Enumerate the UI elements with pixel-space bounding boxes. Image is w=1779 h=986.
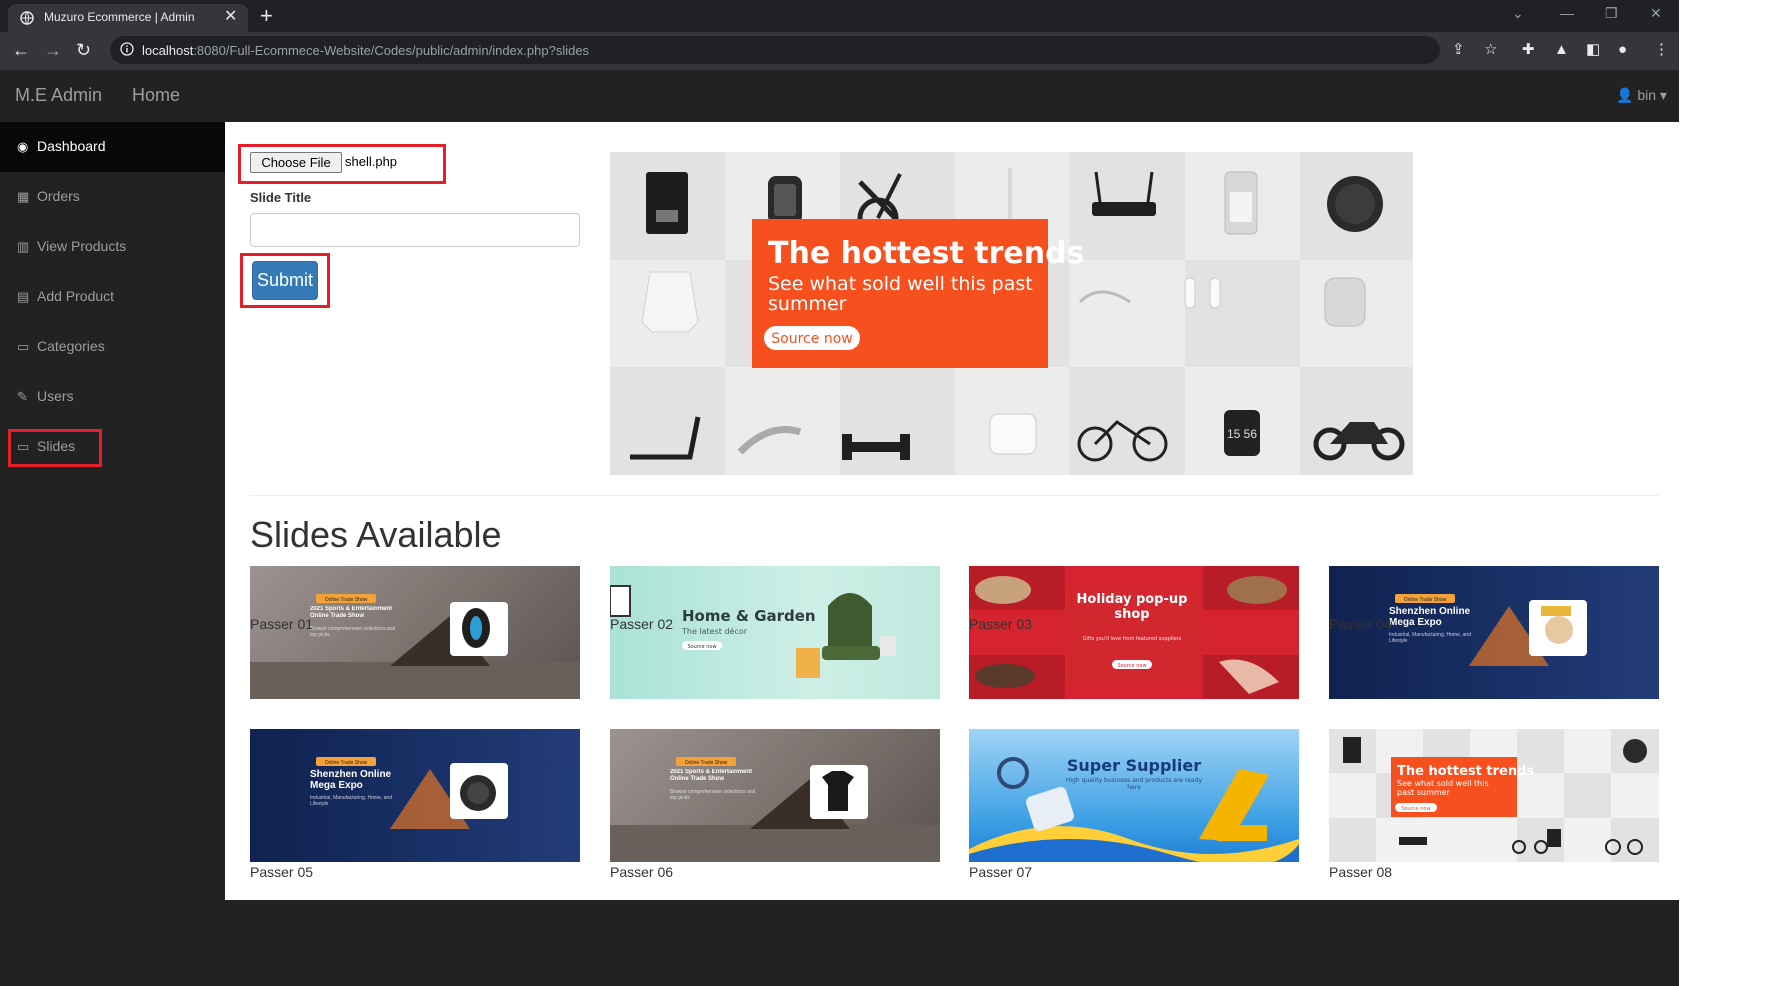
- sidebar-item-dashboard[interactable]: ◉ Dashboard: [0, 122, 225, 172]
- svg-text:Online Trade Show: Online Trade Show: [1404, 597, 1447, 603]
- sidebar-item-orders[interactable]: ▦ Orders: [0, 172, 225, 222]
- lab-flask-icon[interactable]: ▲: [1554, 41, 1569, 59]
- sidebar-item-users[interactable]: ✎ Users: [0, 372, 225, 422]
- slide-preview-image: 15 56 The hottest trends See what sold w…: [610, 152, 1413, 475]
- slide-thumbnail-5[interactable]: Online Trade Show Shenzhen Online Mega E…: [250, 729, 580, 862]
- section-divider: [250, 495, 1659, 496]
- tab-search-icon[interactable]: ⌄: [1512, 4, 1524, 22]
- bar-chart-icon: ▥: [17, 239, 30, 254]
- minimize-icon[interactable]: —: [1560, 4, 1574, 22]
- close-tab-icon[interactable]: ✕: [224, 8, 237, 26]
- address-bar: ← → ↻ localhost:8080/Full-Ecommece-Websi…: [0, 32, 1679, 70]
- slide-thumbnail-8[interactable]: The hottest trends See what sold well th…: [1329, 729, 1659, 862]
- admin-navbar: M.E Admin Home 👤 bin ▾: [0, 70, 1679, 123]
- new-tab-icon[interactable]: +: [260, 4, 273, 28]
- svg-text:The hottest trends: The hottest trends: [1397, 764, 1534, 779]
- profile-icon[interactable]: ●: [1618, 41, 1627, 59]
- url-path: :8080/Full-Ecommece-Website/Codes/public…: [193, 43, 590, 58]
- url-field[interactable]: localhost:8080/Full-Ecommece-Website/Cod…: [110, 36, 1440, 64]
- svg-text:Source now: Source now: [1117, 663, 1146, 669]
- svg-text:Source now: Source now: [1401, 806, 1430, 812]
- slide-caption: Passer 05: [250, 864, 314, 880]
- slide-thumbnail-2[interactable]: Home & Garden The latest décor Source no…: [610, 566, 940, 699]
- slide-thumbnail-6[interactable]: Online Trade Show 2021 Sports & Entertai…: [610, 729, 940, 862]
- table-icon: ▤: [17, 289, 30, 304]
- slide-thumbnail-7[interactable]: Super Supplier High quality business and…: [969, 729, 1299, 862]
- extensions-icon[interactable]: ✚: [1522, 41, 1535, 59]
- sidebar-item-label: Orders: [37, 188, 80, 204]
- dashboard-icon: ◉: [17, 139, 29, 154]
- page-bottom-area: [225, 900, 1679, 986]
- sidebar-item-add-product[interactable]: ▤ Add Product: [0, 272, 225, 322]
- slide-caption: Passer 07: [969, 864, 1033, 880]
- browser-tab[interactable]: Muzuro Ecommerce | Admin ✕: [8, 4, 248, 32]
- slide-caption: Passer 04: [1329, 616, 1393, 632]
- slide-title-input[interactable]: [250, 213, 580, 247]
- highlight-box-file: [238, 144, 446, 184]
- promo-headline: The hottest trends: [768, 236, 1084, 271]
- slide-caption: Passer 08: [1329, 864, 1393, 880]
- tab-title: Muzuro Ecommerce | Admin: [44, 10, 195, 24]
- wrench-icon: ✎: [17, 389, 28, 404]
- slides-available-heading: Slides Available: [250, 514, 502, 555]
- svg-text:Super Supplier: Super Supplier: [1067, 756, 1201, 775]
- side-panel-icon[interactable]: ◧: [1586, 41, 1600, 59]
- restore-icon[interactable]: ❐: [1605, 4, 1618, 22]
- close-window-icon[interactable]: ✕: [1650, 4, 1662, 22]
- cubes-icon: ▦: [17, 189, 30, 204]
- svg-text:Online Trade Show: Online Trade Show: [325, 597, 368, 603]
- slide-caption: Passer 03: [969, 616, 1033, 632]
- reload-icon[interactable]: ↻: [76, 40, 91, 60]
- sidebar: ◉ Dashboard ▦ Orders ▥ View Products ▤ A…: [0, 122, 225, 986]
- svg-text:Online Trade Show: Online Trade Show: [325, 760, 368, 766]
- sidebar-item-label: Dashboard: [37, 138, 106, 154]
- sidebar-item-categories[interactable]: ▭ Categories: [0, 322, 225, 372]
- svg-text:Online Trade Show: Online Trade Show: [685, 760, 728, 766]
- slide-title-label: Slide Title: [250, 190, 312, 205]
- sidebar-item-label: Add Product: [37, 288, 115, 304]
- brand-link[interactable]: M.E Admin: [15, 85, 102, 106]
- globe-icon: [20, 11, 34, 25]
- slide-thumbnail-1[interactable]: Online Trade Show 2021 Sports & Entertai…: [250, 566, 580, 699]
- sidebar-item-label: View Products: [37, 238, 127, 254]
- bookmark-star-icon[interactable]: ☆: [1484, 41, 1497, 59]
- promo-subline: See what sold well this past summer: [768, 274, 1033, 315]
- back-icon[interactable]: ←: [12, 40, 30, 60]
- caret-down-icon: ▾: [1659, 87, 1667, 103]
- home-link[interactable]: Home: [132, 85, 180, 106]
- url-text: localhost:8080/Full-Ecommece-Website/Cod…: [142, 43, 589, 58]
- svg-text:The latest décor: The latest décor: [681, 626, 748, 636]
- menu-kebab-icon[interactable]: ⋮: [1654, 41, 1669, 59]
- slide-thumbnail-3[interactable]: Holiday pop-up shop Gifts you'll love fr…: [969, 566, 1299, 699]
- slide-thumbnail-4[interactable]: Online Trade Show Shenzhen Online Mega E…: [1329, 566, 1659, 699]
- tab-strip: Muzuro Ecommerce | Admin ✕ + ⌄ — ❐ ✕: [0, 0, 1679, 32]
- svg-text:Home & Garden: Home & Garden: [682, 607, 816, 625]
- info-icon[interactable]: [120, 42, 134, 56]
- slide-caption: Passer 06: [610, 864, 674, 880]
- svg-text:Source now: Source now: [687, 644, 716, 650]
- watch-time: 15 56: [1227, 427, 1257, 441]
- url-host: localhost: [142, 43, 194, 58]
- highlight-box-slides: [8, 429, 102, 467]
- sidebar-item-label: Users: [37, 388, 74, 404]
- hottest-trends-banner: 15 56 The hottest trends See what sold w…: [610, 152, 1413, 475]
- user-icon: 👤: [1616, 87, 1634, 103]
- user-name: bin: [1637, 87, 1657, 103]
- forward-icon[interactable]: →: [44, 40, 62, 60]
- share-icon[interactable]: ⇪: [1452, 41, 1465, 59]
- user-dropdown[interactable]: 👤 bin ▾: [1616, 87, 1667, 104]
- highlight-box-submit: [240, 253, 330, 308]
- sidebar-item-view-products[interactable]: ▥ View Products: [0, 222, 225, 272]
- promo-source-button: Source now: [771, 331, 852, 347]
- slide-caption: Passer 01: [250, 616, 314, 632]
- sidebar-item-label: Categories: [37, 338, 105, 354]
- slide-caption: Passer 02: [610, 616, 674, 632]
- desktop-icon: ▭: [17, 339, 30, 354]
